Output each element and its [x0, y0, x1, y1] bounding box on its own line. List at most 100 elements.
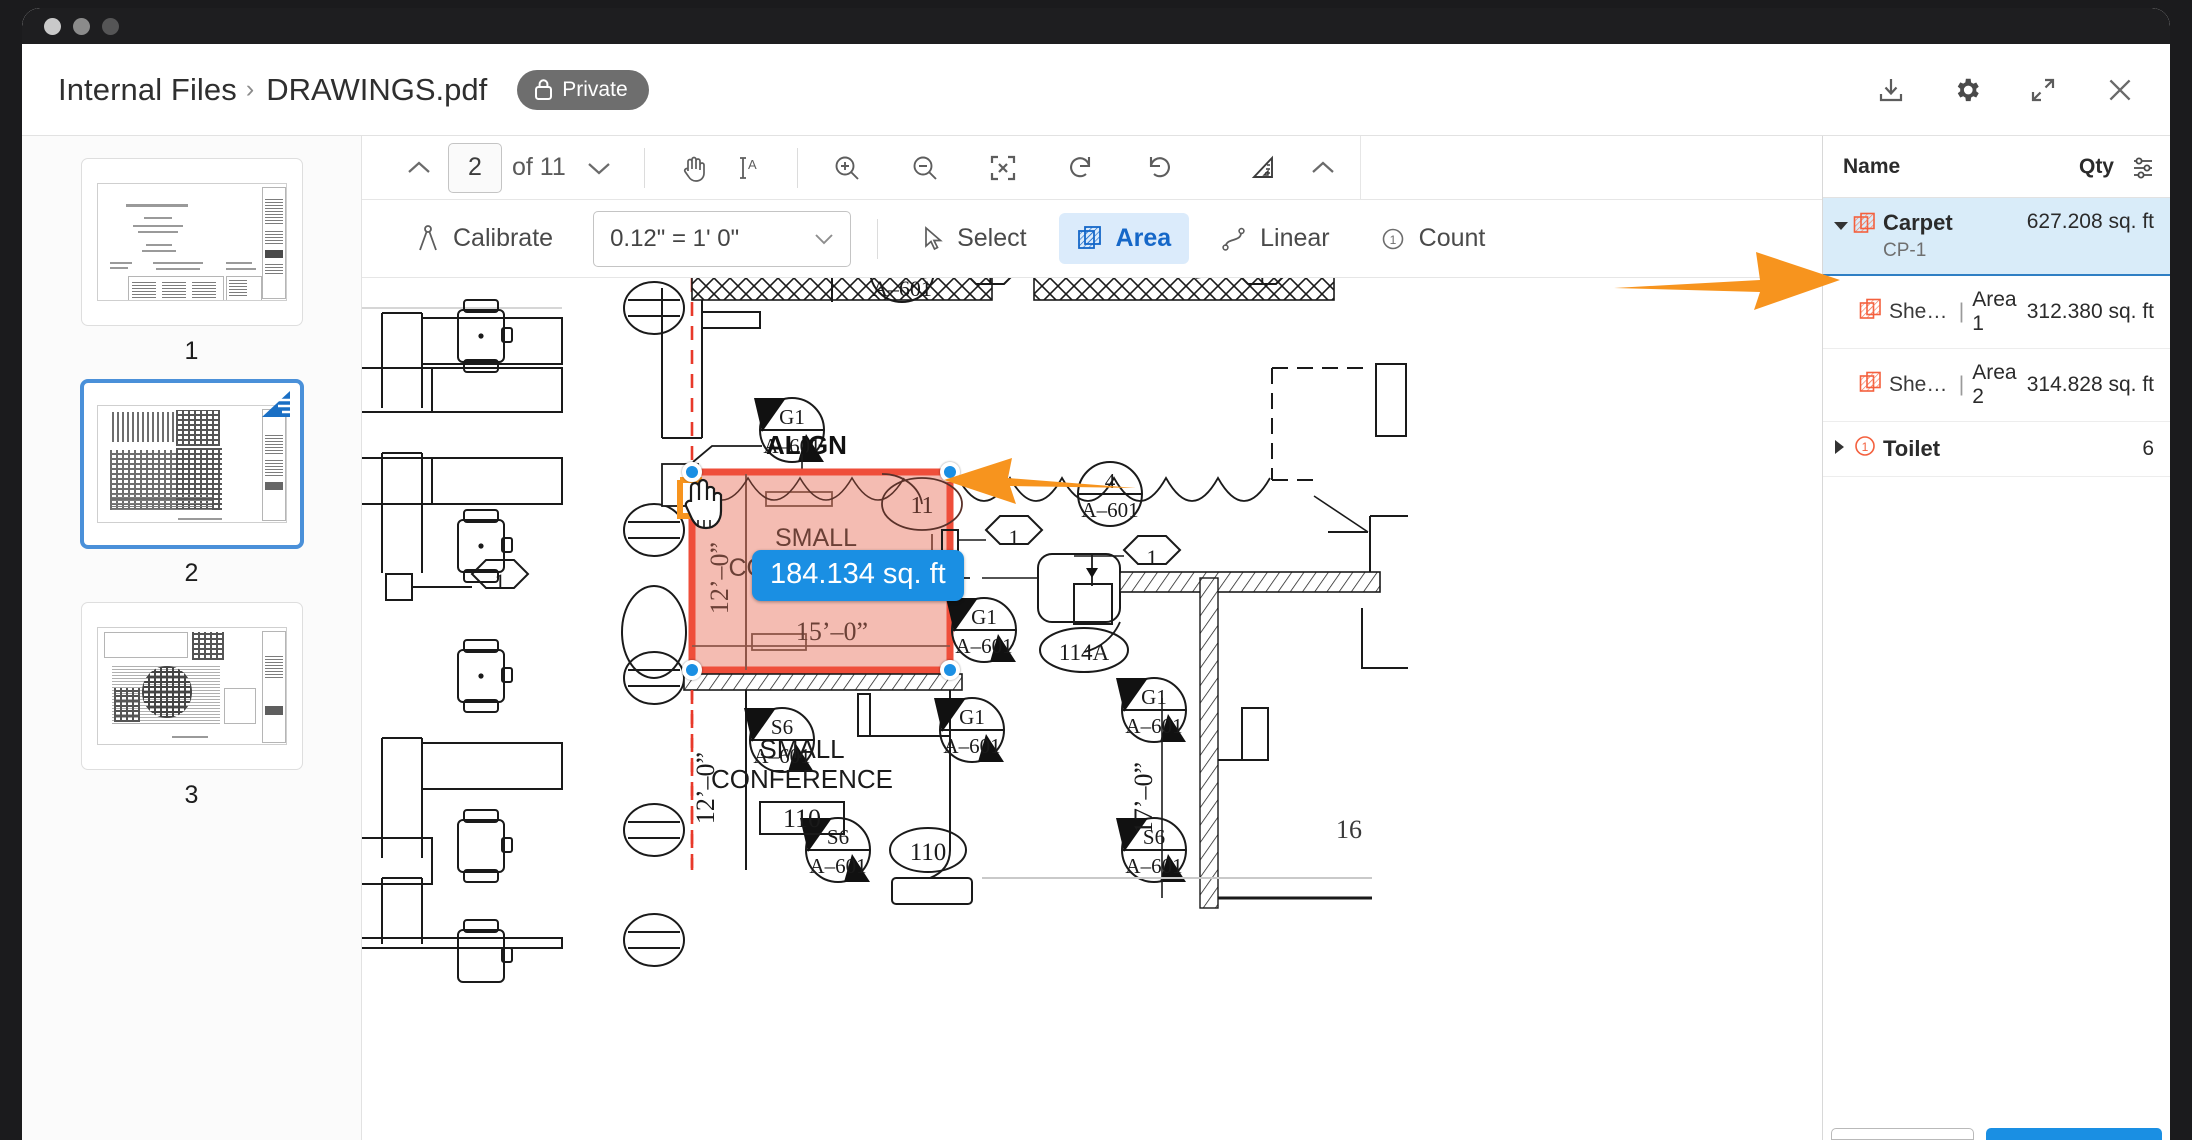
expand-icon[interactable] — [2028, 75, 2058, 105]
rotate-ccw-icon[interactable] — [1132, 145, 1186, 191]
scale-select[interactable]: 0.12" = 1' 0" — [593, 211, 851, 267]
triangle-down-icon[interactable] — [1833, 210, 1853, 238]
close-icon[interactable] — [2104, 74, 2136, 106]
ruler-triangle-icon[interactable] — [1236, 145, 1290, 191]
close-traffic-light[interactable] — [44, 18, 61, 35]
selection-handle-top-right[interactable] — [940, 462, 960, 482]
svg-text:G1: G1 — [959, 705, 985, 729]
svg-text:CONFERENCE: CONFERENCE — [711, 764, 893, 794]
takeoff-sheet-area-1: Shee… — [1889, 300, 1951, 324]
takeoff-divider-area-2: | — [1959, 373, 1964, 397]
tool-linear-label: Linear — [1260, 224, 1330, 253]
takeoff-subname-carpet: CP-1 — [1883, 240, 2021, 262]
svg-text:1: 1 — [1009, 525, 1020, 550]
count-circle-icon: 1 — [1380, 226, 1406, 252]
takeoff-row-toilet[interactable]: 1 Toilet 6 — [1823, 422, 2170, 477]
svg-text:1: 1 — [1862, 440, 1869, 454]
selection-handle-top-left[interactable] — [682, 462, 702, 482]
tool-linear[interactable]: Linear — [1203, 213, 1348, 264]
takeoff-panel-header: Name Qty — [1823, 136, 2170, 198]
minimize-traffic-light[interactable] — [73, 18, 90, 35]
secondary-button[interactable] — [1831, 1128, 1974, 1140]
tool-count[interactable]: 1 Count — [1362, 213, 1504, 264]
takeoff-divider-area-1: | — [1959, 300, 1964, 324]
takeoff-name-carpet: Carpet — [1883, 210, 1953, 235]
zoom-in-icon[interactable] — [820, 145, 874, 191]
zoom-tools — [820, 145, 1186, 191]
svg-text:1: 1 — [1147, 545, 1158, 570]
selection-handle-bottom-right[interactable] — [940, 660, 960, 680]
breadcrumb-root[interactable]: Internal Files — [58, 72, 237, 108]
takeoff-panel-footer — [1823, 1088, 2170, 1140]
column-header-qty: Qty — [2079, 155, 2114, 179]
thumbnail-item-1[interactable]: 1 — [81, 158, 303, 366]
privacy-badge-label: Private — [562, 78, 627, 102]
column-header-name: Name — [1843, 155, 1900, 179]
svg-text:15’–0”: 15’–0” — [796, 617, 868, 646]
svg-text:ALIGN: ALIGN — [766, 430, 847, 460]
annotated-badge-icon — [252, 391, 290, 419]
text-cursor-icon[interactable]: A — [721, 145, 775, 191]
svg-text:A–601: A–601 — [955, 634, 1012, 658]
svg-text:1: 1 — [985, 278, 996, 290]
svg-text:SMALL: SMALL — [775, 524, 857, 552]
thumbnail-sheet-1 — [97, 183, 287, 301]
compass-divider-icon — [416, 224, 440, 254]
window-titlebar — [22, 8, 2170, 44]
thumbnail-page-1[interactable] — [81, 158, 303, 326]
zoom-out-icon[interactable] — [898, 145, 952, 191]
download-icon[interactable] — [1876, 75, 1906, 105]
floor-plan-drawing: 1 — [362, 278, 1822, 1140]
breadcrumb-file-name: DRAWINGS.pdf — [266, 72, 487, 108]
page-thumbnail-sidebar[interactable]: 1 — [22, 136, 362, 1140]
pdf-canvas[interactable]: 1 — [362, 278, 1822, 1140]
tool-select[interactable]: Select — [904, 213, 1044, 264]
privacy-badge[interactable]: Private — [517, 70, 648, 110]
navigation-tools: A — [667, 145, 775, 191]
thumbnail-page-3[interactable] — [81, 602, 303, 770]
takeoff-row-name-toilet: Toilet — [1883, 436, 2136, 462]
tool-count-label: Count — [1419, 224, 1486, 253]
thumbnail-item-2[interactable]: 2 — [81, 380, 303, 588]
svg-text:110: 110 — [783, 804, 821, 833]
gear-icon[interactable] — [1952, 75, 1982, 105]
svg-text:A: A — [748, 157, 757, 172]
header-actions — [1876, 74, 2136, 106]
calibrate-button[interactable]: Calibrate — [398, 213, 571, 265]
svg-text:A–601: A–601 — [943, 734, 1000, 758]
svg-text:17’–0”: 17’–0” — [1129, 762, 1158, 834]
svg-text:16: 16 — [1336, 815, 1362, 844]
measure-toolbar: Calibrate 0.12" = 1' 0" Select — [362, 200, 1822, 278]
svg-text:12’–0”: 12’–0” — [705, 542, 734, 614]
triangle-right-icon[interactable] — [1833, 437, 1853, 461]
svg-text:SMALL: SMALL — [759, 734, 844, 764]
tool-area[interactable]: Area — [1059, 213, 1190, 264]
svg-text:S6: S6 — [827, 825, 849, 849]
hand-icon[interactable] — [667, 145, 721, 191]
measure-divider — [877, 219, 878, 259]
breadcrumb-separator: › — [246, 75, 254, 104]
previous-page-button[interactable] — [396, 145, 442, 191]
thumbnail-page-2[interactable] — [81, 380, 303, 548]
filter-sliders-icon[interactable] — [2130, 154, 2156, 180]
selection-handle-bottom-left[interactable] — [682, 660, 702, 680]
takeoff-row-area-2[interactable]: Shee… | Area 2 314.828 sq. ft — [1823, 349, 2170, 422]
fit-screen-icon[interactable] — [976, 145, 1030, 191]
area-hatch-icon — [1859, 296, 1889, 328]
page-total-label: of 11 — [512, 153, 566, 182]
page-number-input[interactable]: 2 — [448, 143, 502, 193]
app-body: 1 — [22, 136, 2170, 1140]
takeoff-row-area-1[interactable]: Shee… | Area 1 312.380 sq. ft — [1823, 276, 2170, 349]
rotate-cw-icon[interactable] — [1054, 145, 1108, 191]
takeoff-qty-toilet: 6 — [2142, 437, 2154, 461]
maximize-traffic-light[interactable] — [102, 18, 119, 35]
takeoff-row-carpet[interactable]: Carpet CP-1 627.208 sq. ft — [1823, 198, 2170, 276]
collapse-measure-toolbar-icon[interactable] — [1300, 145, 1346, 191]
thumbnail-item-3[interactable]: 3 — [81, 602, 303, 810]
lock-icon — [534, 78, 553, 101]
primary-button[interactable] — [1986, 1128, 2162, 1140]
thumbnail-number-3: 3 — [185, 781, 199, 810]
tool-area-label: Area — [1116, 224, 1172, 253]
svg-text:110: 110 — [910, 839, 947, 866]
next-page-button[interactable] — [576, 145, 622, 191]
